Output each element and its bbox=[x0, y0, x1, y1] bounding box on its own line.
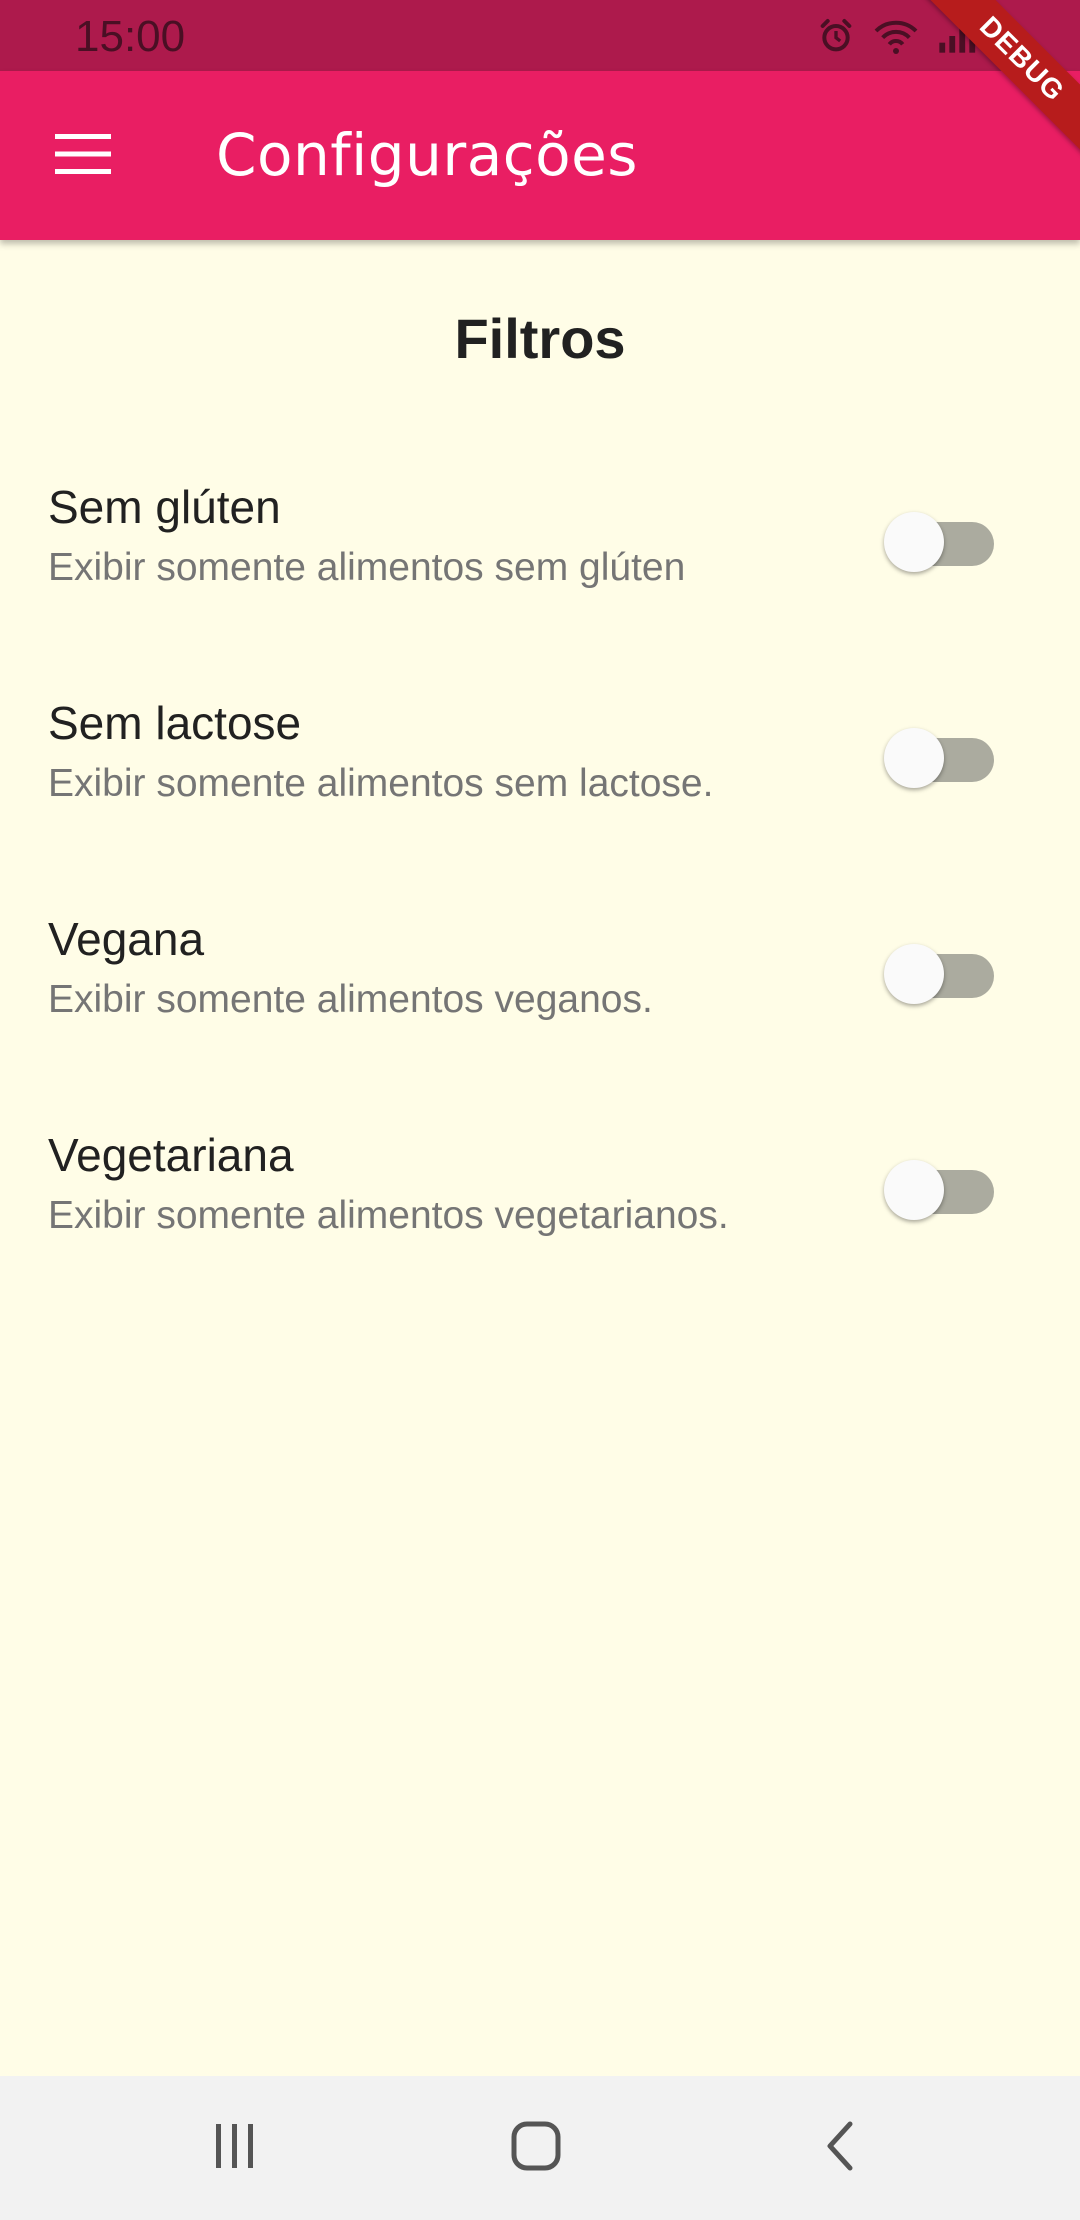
wifi-icon bbox=[874, 16, 918, 56]
filter-item-vegan[interactable]: Vegana Exibir somente alimentos veganos. bbox=[0, 912, 1080, 1128]
back-icon bbox=[822, 2120, 858, 2177]
switch-thumb bbox=[884, 512, 944, 572]
vegan-switch[interactable] bbox=[884, 942, 994, 1004]
system-nav-bar bbox=[0, 2076, 1080, 2220]
back-button[interactable] bbox=[790, 2108, 890, 2188]
home-button[interactable] bbox=[486, 2108, 586, 2188]
status-time: 15:00 bbox=[75, 12, 186, 61]
gluten-free-switch[interactable] bbox=[884, 510, 994, 572]
recent-apps-icon bbox=[210, 2122, 260, 2175]
filter-subtitle: Exibir somente alimentos sem glúten bbox=[48, 546, 686, 589]
vegetarian-switch[interactable] bbox=[884, 1158, 994, 1220]
filter-subtitle: Exibir somente alimentos veganos. bbox=[48, 978, 653, 1021]
section-title: Filtros bbox=[454, 307, 626, 370]
filter-title: Sem glúten bbox=[48, 481, 281, 533]
filter-title: Sem lactose bbox=[48, 697, 302, 749]
switch-thumb bbox=[884, 728, 944, 788]
menu-icon bbox=[55, 133, 111, 179]
alarm-icon bbox=[816, 16, 856, 56]
menu-button[interactable] bbox=[40, 113, 126, 199]
filter-subtitle: Exibir somente alimentos vegetarianos. bbox=[48, 1194, 729, 1237]
switch-thumb bbox=[884, 1160, 944, 1220]
filter-item-vegetarian[interactable]: Vegetariana Exibir somente alimentos veg… bbox=[0, 1128, 1080, 1344]
page-title: Configurações bbox=[216, 121, 639, 189]
filter-item-lactose-free[interactable]: Sem lactose Exibir somente alimentos sem… bbox=[0, 696, 1080, 912]
filter-subtitle: Exibir somente alimentos sem lactose. bbox=[48, 762, 714, 805]
recent-apps-button[interactable] bbox=[185, 2108, 285, 2188]
app-bar: Configurações bbox=[0, 71, 1080, 240]
filter-title: Vegetariana bbox=[48, 1129, 294, 1181]
status-bar: 15:00 bbox=[0, 0, 1080, 71]
filter-title: Vegana bbox=[48, 913, 205, 965]
lactose-free-switch[interactable] bbox=[884, 726, 994, 788]
home-icon bbox=[510, 2120, 562, 2177]
filter-item-gluten-free[interactable]: Sem glúten Exibir somente alimentos sem … bbox=[0, 480, 1080, 696]
screen: 15:00 DEBUG Configurações Filtros Sem gl… bbox=[0, 0, 1080, 2220]
switch-thumb bbox=[884, 944, 944, 1004]
